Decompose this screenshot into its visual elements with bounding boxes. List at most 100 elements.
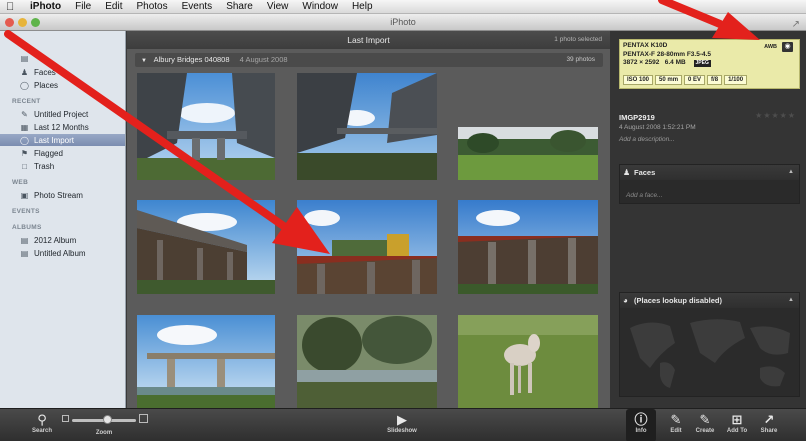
edit-button[interactable]: ✎ Edit — [662, 409, 690, 434]
shutter-speed-value: 1/100 — [724, 75, 748, 85]
menu-help[interactable]: Help — [352, 1, 373, 12]
sidebar-item-label: Last 12 Months — [34, 122, 89, 132]
menu-events[interactable]: Events — [182, 1, 213, 12]
format-badge: JPEG — [693, 60, 711, 67]
lens-model: PENTAX-F 28-80mm F3.5-4.5 — [623, 50, 712, 58]
faces-panel: ♟ Faces ▲ Add a face... — [619, 164, 800, 204]
sidebar-item-untitled-project[interactable]: ✎ Untitled Project — [0, 108, 125, 120]
sidebar-item-label: Places — [34, 80, 59, 90]
faces-panel-title: Faces — [634, 168, 656, 177]
album-icon: ▤ — [20, 235, 29, 245]
sidebar-item-photo-stream[interactable]: ▣ Photo Stream — [0, 189, 125, 201]
info-icon: ⓘ — [634, 412, 648, 427]
browser-header: Last Import 1 photo selected — [127, 31, 610, 49]
share-button[interactable]: ↗ Share — [754, 409, 784, 434]
photo-thumbnail-bridge-over-river[interactable] — [137, 315, 275, 409]
import-icon: ◯ — [20, 135, 29, 145]
sidebar-item-places[interactable]: ◯ Places — [0, 79, 125, 91]
photo-thumbnail-bridge-underside-2[interactable] — [297, 73, 437, 180]
sidebar-item-faces[interactable]: ♟ Faces — [0, 66, 125, 78]
sidebar-item-label: Last Import — [34, 135, 75, 145]
window-title: iPhoto — [390, 17, 416, 27]
zoom-window-button[interactable] — [31, 18, 40, 27]
sidebar-item-last-12-months[interactable]: ▦ Last 12 Months — [0, 121, 125, 133]
faces-panel-header[interactable]: ♟ Faces ▲ — [620, 165, 799, 180]
places-panel-header[interactable]: ◕ (Places lookup disabled) ▲ — [620, 293, 799, 308]
sidebar-item-label: Faces — [34, 67, 56, 77]
disclosure-triangle-icon[interactable]: ▲ — [788, 165, 794, 180]
disclosure-triangle-icon[interactable]: ▲ — [788, 293, 794, 308]
search-label: Search — [31, 428, 52, 434]
zoom-in-icon[interactable] — [139, 414, 148, 423]
sidebar: ▤ ♟ Faces ◯ Places RECENT ✎ Untitled Pro… — [0, 31, 126, 408]
minimize-window-button[interactable] — [18, 18, 27, 27]
menu-bar:  iPhoto File Edit Photos Events Share V… — [0, 0, 806, 14]
sidebar-item-label: Photo Stream — [34, 190, 83, 200]
photo-thumbnail-donkey[interactable] — [458, 315, 598, 409]
share-label: Share — [760, 428, 778, 434]
sidebar-item-2012-album[interactable]: ▤ 2012 Album — [0, 234, 125, 246]
photo-date: 4 August 2008 1:52:21 PM — [619, 124, 696, 131]
description-field[interactable]: Add a description... — [619, 136, 675, 143]
sidebar-item-flagged[interactable]: ⚑ Flagged — [0, 147, 125, 159]
edit-label: Edit — [670, 428, 682, 434]
add-face-field[interactable]: Add a face... — [620, 180, 799, 211]
focal-length-value: 50 mm — [655, 75, 683, 85]
create-button[interactable]: ✎ Create — [690, 409, 720, 434]
photo-thumbnail-river-trees[interactable] — [297, 315, 437, 409]
trash-icon: □ — [22, 161, 27, 171]
exposure-bias-value: 0 EV — [684, 75, 706, 85]
sidebar-heading-recent[interactable]: RECENT — [0, 92, 125, 108]
create-label: Create — [695, 428, 715, 434]
menu-view[interactable]: View — [267, 1, 289, 12]
sidebar-item-untitled-album[interactable]: ▤ Untitled Album — [0, 247, 125, 259]
sidebar-item-trash[interactable]: □ Trash — [0, 160, 125, 172]
add-to-label: Add To — [726, 428, 748, 434]
sidebar-item-photos-partial[interactable]: ▤ — [0, 51, 125, 65]
sidebar-item-last-import[interactable]: ◯ Last Import — [0, 134, 125, 146]
menu-app-name[interactable]: iPhoto — [30, 1, 61, 12]
photo-thumbnail-bridge-underside-1[interactable] — [137, 73, 275, 180]
zoom-out-icon[interactable] — [62, 415, 69, 422]
menu-file[interactable]: File — [75, 1, 91, 12]
photo-title[interactable]: IMGP2919 — [619, 113, 655, 122]
info-label: Info — [635, 428, 647, 434]
slideshow-button[interactable]: ▶ Slideshow — [380, 409, 424, 434]
iphoto-window: iPhoto ↗ ▤ ♟ Faces ◯ Places RECENT ✎ Unt… — [0, 14, 806, 441]
event-name: Albury Bridges 040808 — [153, 55, 230, 64]
menu-edit[interactable]: Edit — [105, 1, 122, 12]
file-size-value: 6.4 MB — [664, 59, 686, 66]
slideshow-label: Slideshow — [387, 428, 417, 434]
add-to-button[interactable]: ⊞ Add To — [722, 409, 752, 434]
rating-stars-icon[interactable]: ★★★★★ — [755, 111, 796, 120]
iso-value: ISO 100 — [623, 75, 654, 85]
sidebar-heading-events[interactable]: EVENTS — [0, 202, 125, 218]
menu-photos[interactable]: Photos — [136, 1, 167, 12]
play-icon: ▶ — [397, 412, 407, 427]
event-header[interactable]: ▼ Albury Bridges 040808 4 August 2008 39… — [135, 53, 603, 67]
flash-icon: ◉ — [782, 42, 793, 52]
search-icon: ⚲ — [37, 412, 47, 427]
bottom-toolbar: ⚲ Search Zoom ▶ Slideshow ⓘ Info ✎ Edit … — [0, 408, 806, 441]
info-button[interactable]: ⓘ Info — [626, 409, 656, 441]
window-titlebar: iPhoto ↗ — [0, 14, 806, 31]
search-button[interactable]: ⚲ Search — [28, 409, 56, 434]
menu-window[interactable]: Window — [302, 1, 338, 12]
photo-thumbnail-trestle-bridge-2[interactable] — [458, 200, 598, 294]
photo-thumbnail-landscape[interactable] — [458, 127, 598, 180]
close-window-button[interactable] — [5, 18, 14, 27]
sidebar-item-label: Trash — [34, 161, 55, 171]
event-photo-count: 39 photos — [566, 56, 595, 63]
photo-thumbnail-train-on-bridge[interactable] — [297, 200, 437, 294]
sidebar-heading-web[interactable]: WEB — [0, 173, 125, 189]
menu-share[interactable]: Share — [226, 1, 253, 12]
disclosure-triangle-icon[interactable]: ▼ — [141, 58, 147, 64]
sidebar-heading-albums[interactable]: ALBUMS — [0, 218, 125, 234]
world-map — [620, 308, 799, 396]
apple-menu-icon[interactable]:  — [6, 1, 16, 13]
photo-thumbnail-trestle-bridge-1[interactable] — [137, 200, 275, 294]
globe-icon: ◕ — [623, 296, 628, 305]
calendar-icon: ▦ — [20, 122, 29, 132]
zoom-slider-handle[interactable] — [103, 415, 112, 424]
places-panel: ◕ (Places lookup disabled) ▲ — [619, 292, 800, 397]
